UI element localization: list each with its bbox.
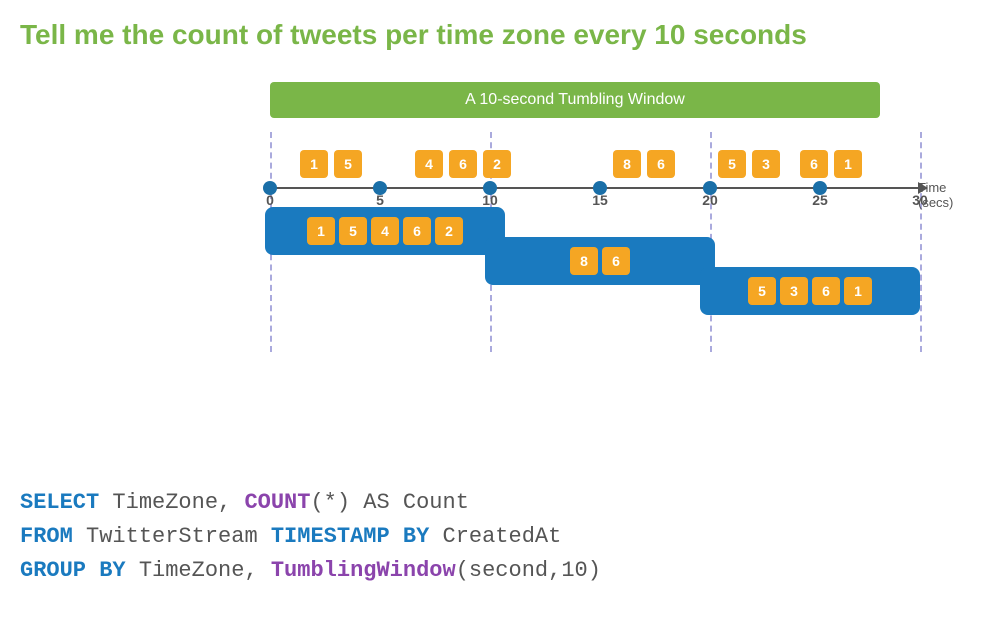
win1-badge-2: 2 — [435, 217, 463, 245]
window-bar-2: 8 6 — [485, 237, 715, 285]
window-bar-1: 1 5 4 6 2 — [265, 207, 505, 255]
badge-above-1b: 1 — [834, 150, 862, 178]
sql-by1: BY — [390, 524, 430, 549]
sql-tumbling-args: (second,10) — [456, 558, 601, 583]
badge-above-6a: 6 — [449, 150, 477, 178]
win3-badge-3: 3 — [780, 277, 808, 305]
badge-above-5a: 5 — [334, 150, 362, 178]
time-axis-label: Time(secs) — [918, 180, 953, 211]
page-title: Tell me the count of tweets per time zon… — [0, 0, 1000, 62]
vline-30 — [920, 132, 922, 352]
badge-above-2: 2 — [483, 150, 511, 178]
win1-badge-1: 1 — [307, 217, 335, 245]
dot-15 — [593, 181, 607, 195]
sql-tumbling: TumblingWindow — [271, 558, 456, 583]
win3-badge-6: 6 — [812, 277, 840, 305]
win1-badge-5: 5 — [339, 217, 367, 245]
sql-twitterstream: TwitterStream — [73, 524, 271, 549]
sql-by2: BY — [86, 558, 126, 583]
dot-10 — [483, 181, 497, 195]
badge-above-8: 8 — [613, 150, 641, 178]
dot-25 — [813, 181, 827, 195]
win3-badge-1: 1 — [844, 277, 872, 305]
sql-select: SELECT — [20, 490, 99, 515]
win2-badge-8: 8 — [570, 247, 598, 275]
badge-above-3: 3 — [752, 150, 780, 178]
dot-0 — [263, 181, 277, 195]
window-bar-3: 5 3 6 1 — [700, 267, 920, 315]
badge-above-1: 1 — [300, 150, 328, 178]
sql-group: GROUP — [20, 558, 86, 583]
badge-above-4: 4 — [415, 150, 443, 178]
sql-timestamp: TIMESTAMP — [271, 524, 390, 549]
win1-badge-4: 4 — [371, 217, 399, 245]
win1-badge-6: 6 — [403, 217, 431, 245]
badge-above-6c: 6 — [800, 150, 828, 178]
dot-20 — [703, 181, 717, 195]
sql-line-2: FROM TwitterStream TIMESTAMP BY CreatedA… — [20, 520, 601, 554]
sql-timezone2: TimeZone, — [126, 558, 271, 583]
badge-above-5b: 5 — [718, 150, 746, 178]
sql-createdat: CreatedAt — [429, 524, 561, 549]
sql-timezone-label: TimeZone, — [99, 490, 244, 515]
badge-above-6b: 6 — [647, 150, 675, 178]
sql-line-3: GROUP BY TimeZone, TumblingWindow(second… — [20, 554, 601, 588]
sql-count: COUNT — [244, 490, 310, 515]
win3-badge-5: 5 — [748, 277, 776, 305]
sql-count-rest: (*) AS Count — [310, 490, 468, 515]
dot-5 — [373, 181, 387, 195]
window-label: A 10-second Tumbling Window — [270, 82, 880, 118]
diagram-area: A 10-second Tumbling Window 0 5 10 15 20… — [0, 72, 1000, 392]
sql-line-1: SELECT TimeZone, COUNT(*) AS Count — [20, 486, 601, 520]
sql-block: SELECT TimeZone, COUNT(*) AS Count FROM … — [20, 486, 601, 588]
sql-from: FROM — [20, 524, 73, 549]
win2-badge-6: 6 — [602, 247, 630, 275]
